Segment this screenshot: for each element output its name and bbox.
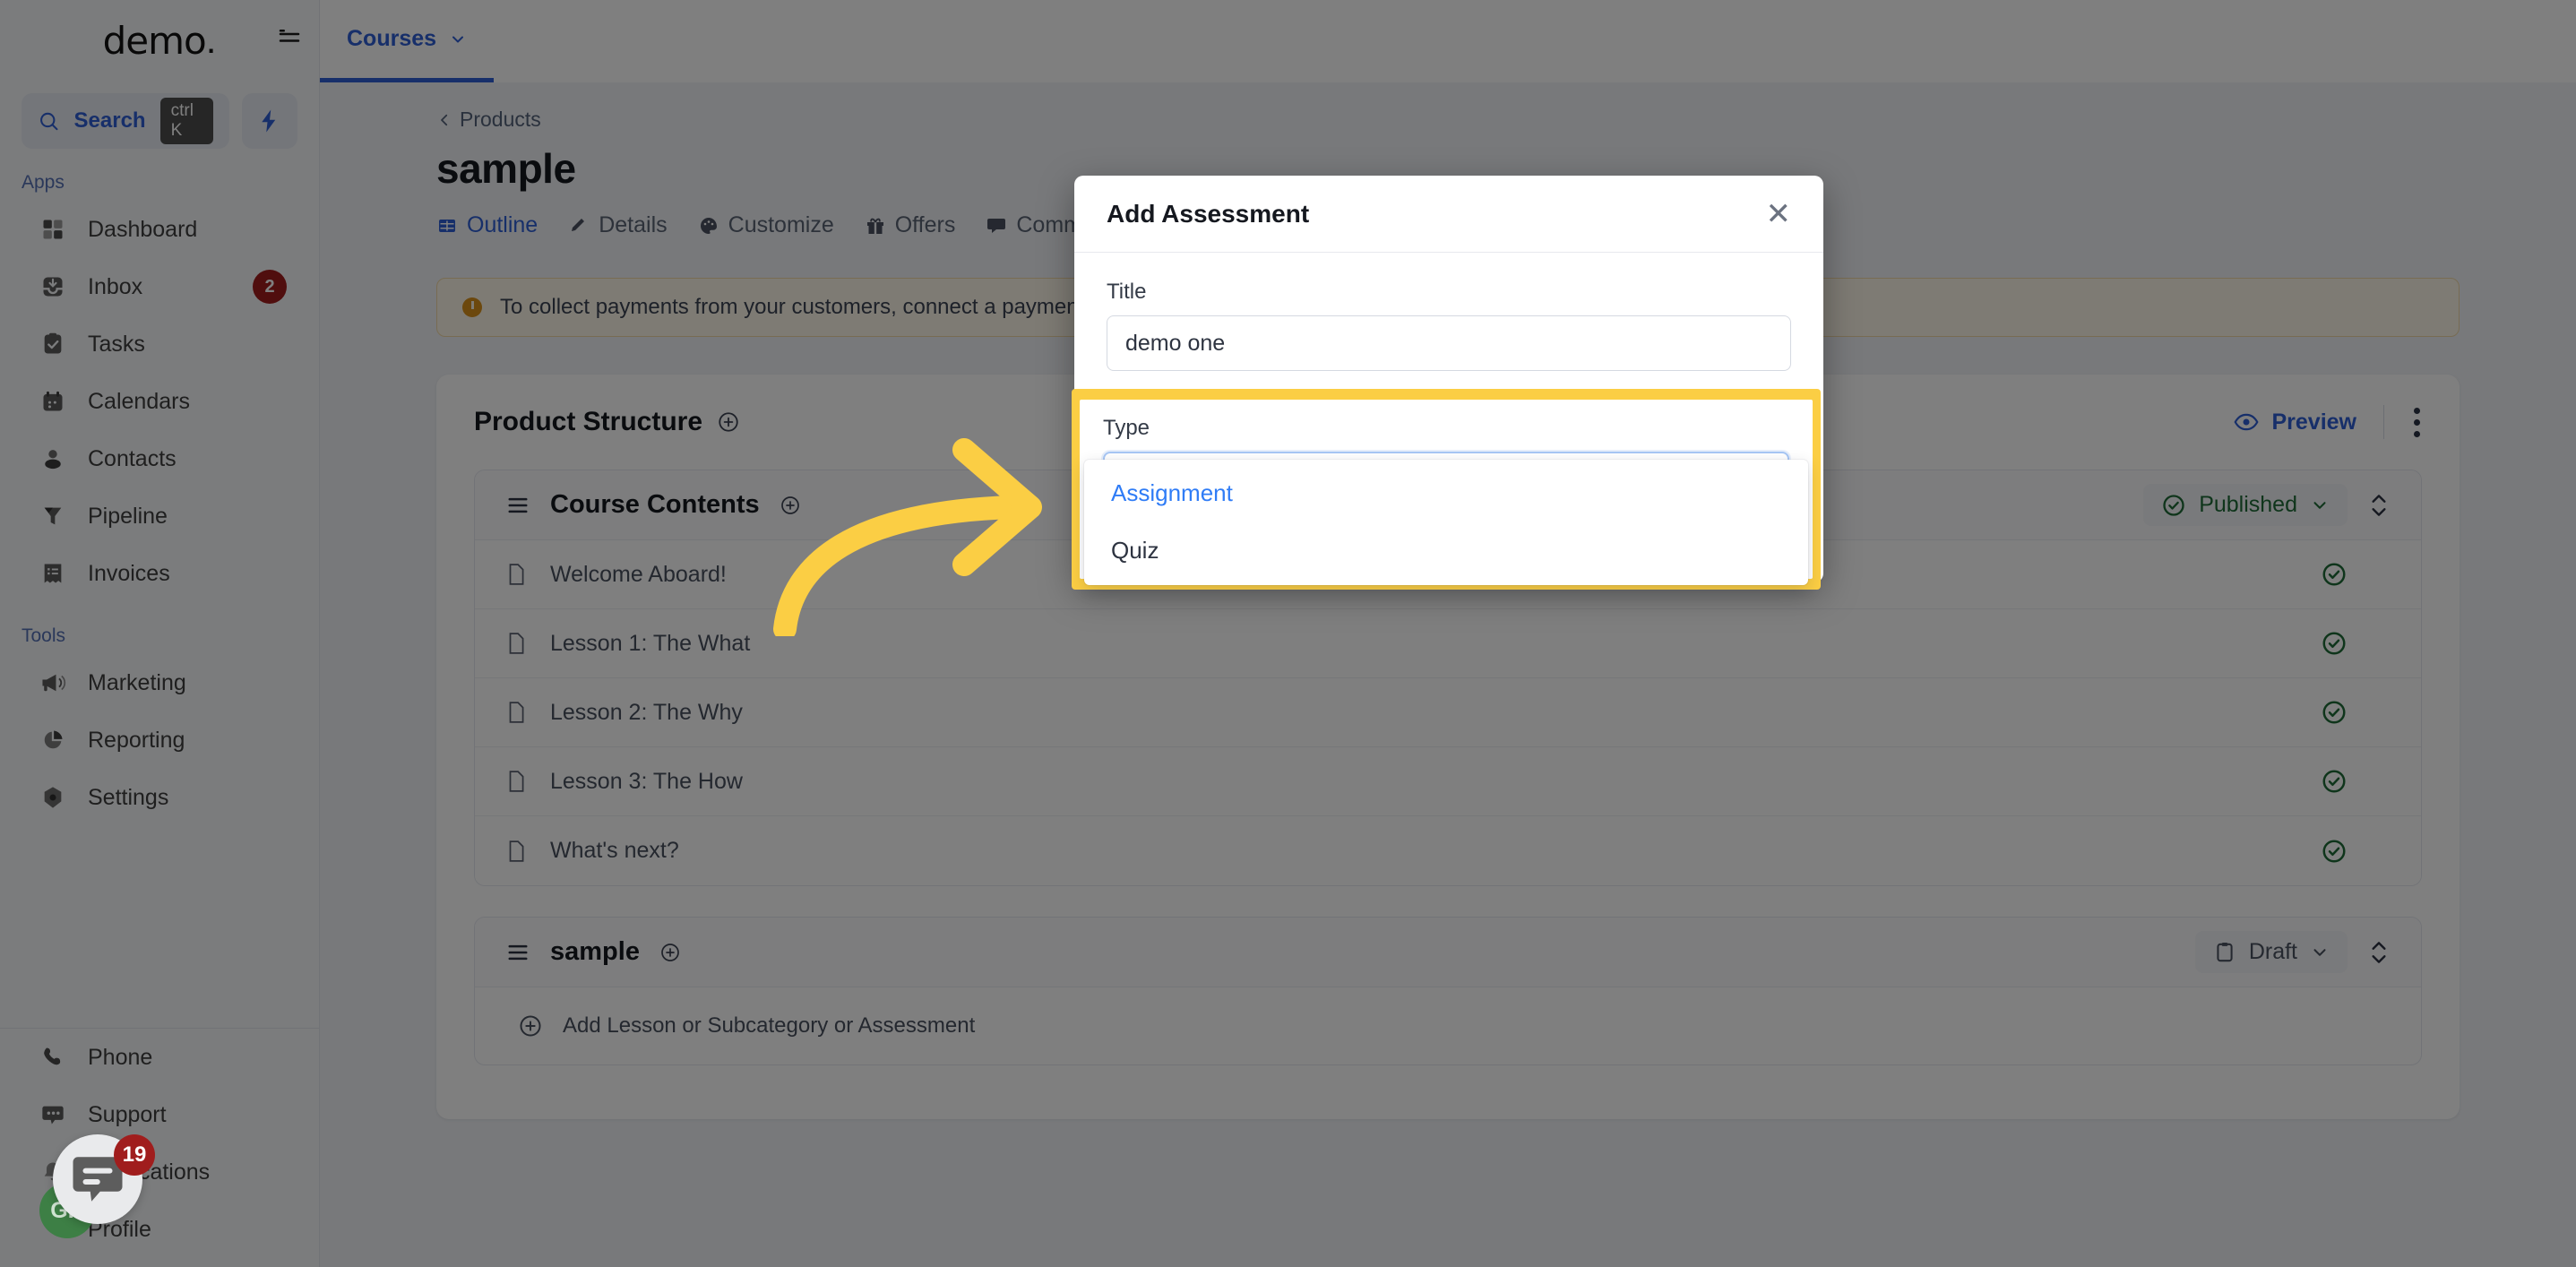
app-root: demo. Search ctrl K	[0, 0, 2576, 1267]
title-input[interactable]	[1107, 315, 1791, 371]
dropdown-option-quiz[interactable]: Quiz	[1084, 528, 1808, 573]
dropdown-option-assignment[interactable]: Assignment	[1084, 470, 1808, 515]
type-field-label: Type	[1103, 416, 1150, 440]
dropdown-option-label: Assignment	[1111, 478, 1233, 506]
dropdown-option-label: Quiz	[1111, 536, 1159, 564]
chat-badge-count: 19	[122, 1142, 147, 1167]
title-field-label: Title	[1107, 280, 1147, 304]
title-field-block: Title	[1107, 280, 1791, 371]
modal-title: Add Assessment	[1107, 199, 1310, 228]
modal-header: Add Assessment ✕	[1074, 176, 1823, 253]
close-icon[interactable]: ✕	[1766, 199, 1792, 229]
chat-unread-badge: 19	[114, 1134, 155, 1176]
type-dropdown-menu: Assignment Quiz	[1084, 460, 1808, 585]
